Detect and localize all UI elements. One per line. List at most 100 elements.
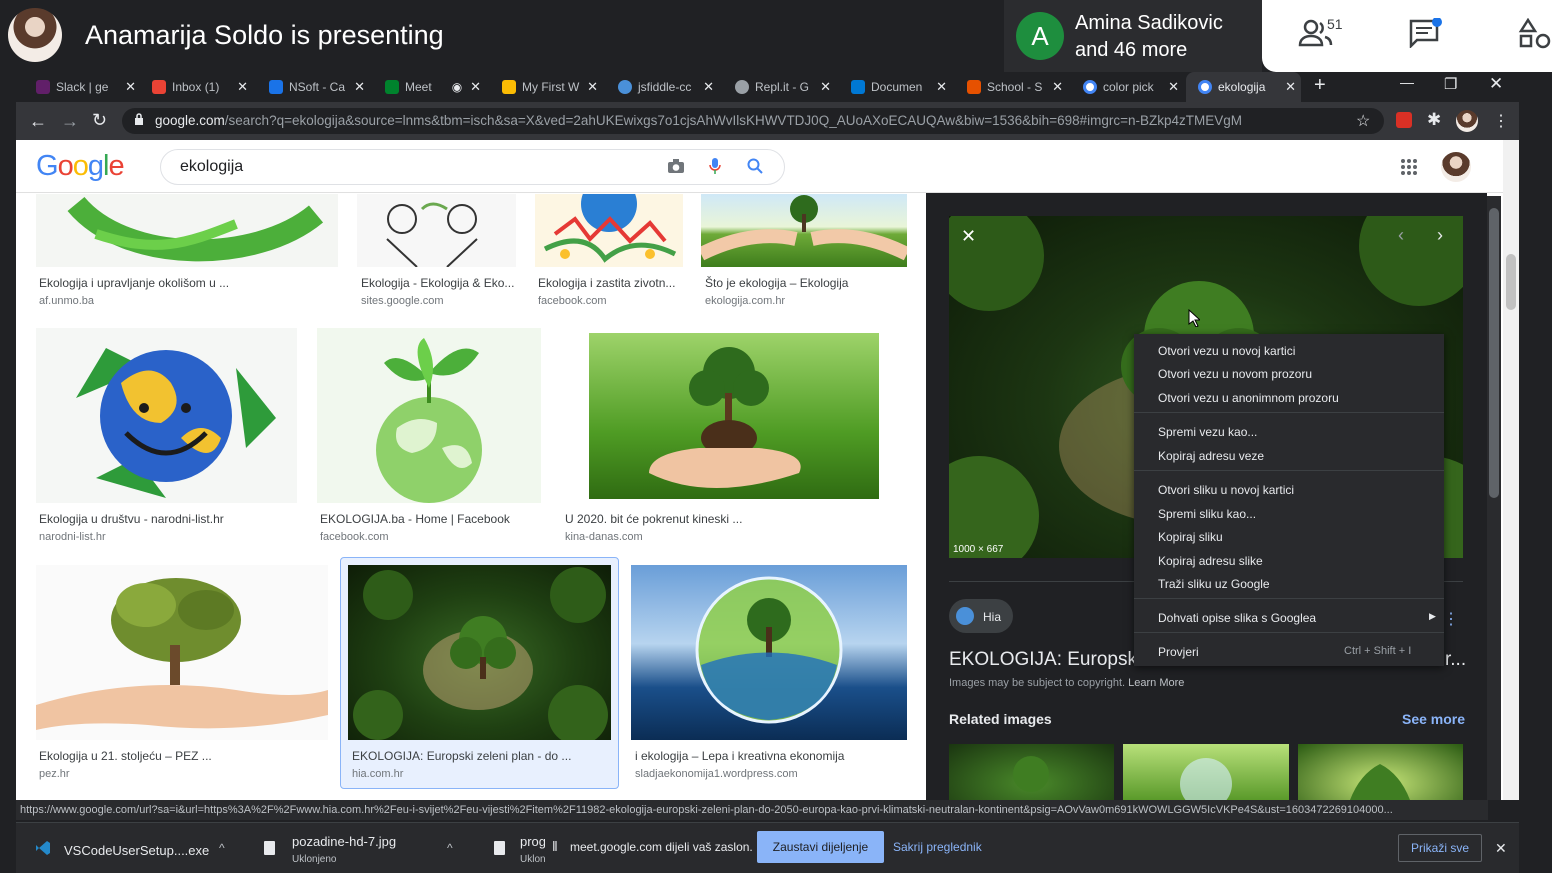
close-icon[interactable]: ✕ (237, 79, 248, 95)
microphone-icon[interactable] (709, 157, 721, 180)
window-close-button[interactable]: ✕ (1489, 74, 1503, 94)
related-image[interactable] (1123, 744, 1289, 800)
download-item-partial[interactable]: prog (520, 834, 546, 849)
result-caption[interactable]: i ekologija – Lepa i kreativna ekonomija (635, 749, 844, 763)
page-scrollbar[interactable] (1503, 140, 1519, 800)
close-icon[interactable]: ✕ (470, 79, 481, 95)
menu-item-get-image-descriptions[interactable]: Dohvati opise slika s Googlea (1158, 611, 1316, 625)
tab-school[interactable]: School - S ✕ (961, 76, 1065, 98)
menu-item-open-link-incognito[interactable]: Otvori vezu u anonimnom prozoru (1158, 391, 1339, 405)
result-caption[interactable]: U 2020. bit će pokrenut kineski ... (565, 512, 742, 526)
hide-browser-button[interactable]: Sakrij preglednik (893, 840, 982, 854)
panel-title[interactable]: EKOLOGIJA: Europski (949, 649, 1141, 671)
tab-jsfiddle[interactable]: jsfiddle-cc ✕ (612, 76, 716, 98)
result-image-1[interactable] (36, 194, 338, 267)
close-icon[interactable]: ✕ (1052, 79, 1063, 95)
tab-replit[interactable]: Repl.it - G ✕ (729, 76, 833, 98)
menu-item-copy-image[interactable]: Kopiraj sliku (1158, 530, 1223, 544)
activities-icon[interactable] (1518, 17, 1552, 57)
result-image-9[interactable] (348, 565, 611, 740)
more-options-icon[interactable]: ⋮ (1443, 609, 1459, 629)
close-icon[interactable]: ✕ (587, 79, 598, 95)
menu-item-open-link-new-tab[interactable]: Otvori vezu u novoj kartici (1158, 344, 1295, 358)
related-image[interactable] (1298, 744, 1463, 800)
result-caption[interactable]: Ekologija i zastita zivotn... (538, 276, 675, 290)
tab-slack[interactable]: Slack | ge ✕ (30, 76, 138, 98)
search-input[interactable]: ekologija (180, 158, 243, 176)
back-button[interactable]: ← (29, 111, 47, 132)
chat-icon[interactable] (1408, 17, 1442, 55)
result-image-10[interactable] (631, 565, 907, 740)
menu-item-save-image-as[interactable]: Spremi sliku kao... (1158, 507, 1256, 521)
result-caption[interactable]: EKOLOGIJA: Europski zeleni plan - do ... (352, 749, 571, 763)
result-caption[interactable]: EKOLOGIJA.ba - Home | Facebook (320, 512, 510, 526)
camera-icon[interactable] (667, 158, 685, 179)
stop-sharing-button[interactable]: Zaustavi dijeljenje (757, 831, 884, 863)
panel-scrollbar-thumb[interactable] (1489, 208, 1499, 498)
result-caption[interactable]: Ekologija u društvu - narodni-list.hr (39, 512, 224, 526)
menu-item-search-image-google[interactable]: Traži sliku uz Google (1158, 577, 1270, 591)
close-icon[interactable]: ✕ (936, 79, 947, 95)
profile-avatar[interactable] (1456, 110, 1478, 132)
maximize-button[interactable]: ❐ (1444, 75, 1457, 93)
chevron-up-icon[interactable]: ^ (219, 841, 225, 855)
result-image-5[interactable] (36, 328, 297, 503)
search-icon[interactable] (747, 158, 763, 179)
result-image-8[interactable] (36, 565, 328, 740)
result-image-6[interactable] (317, 328, 541, 503)
tab-color-picker[interactable]: color pick ✕ (1077, 76, 1181, 98)
tab-inbox[interactable]: Inbox (1) ✕ (146, 76, 250, 98)
close-shelf-icon[interactable]: ✕ (1495, 840, 1507, 857)
bookmark-star-icon[interactable]: ☆ (1356, 111, 1370, 131)
close-icon[interactable]: ✕ (1285, 79, 1296, 95)
tab-documentation[interactable]: Documen ✕ (845, 76, 949, 98)
tab-my-first[interactable]: My First W ✕ (496, 76, 600, 98)
result-image-2[interactable] (357, 194, 516, 267)
google-logo[interactable]: Google (36, 150, 125, 183)
forward-button[interactable]: → (61, 111, 79, 132)
menu-item-inspect[interactable]: Provjeri (1158, 645, 1199, 659)
close-icon[interactable]: ✕ (125, 79, 136, 95)
result-image-7[interactable] (589, 333, 879, 499)
result-caption[interactable]: Ekologija i upravljanje okolišom u ... (39, 276, 229, 290)
menu-item-copy-image-address[interactable]: Kopiraj adresu slike (1158, 554, 1263, 568)
close-icon[interactable]: ✕ (354, 79, 365, 95)
result-caption[interactable]: Ekologija - Ekologija & Eko... (361, 276, 514, 290)
close-icon[interactable]: ✕ (961, 226, 976, 247)
search-box[interactable] (160, 149, 785, 185)
pocket-extension-icon[interactable] (1396, 112, 1412, 128)
menu-item-copy-link-address[interactable]: Kopiraj adresu veze (1158, 449, 1264, 463)
result-image-3[interactable] (535, 194, 683, 267)
tab-ekologija[interactable]: ekologija ✕ (1192, 76, 1298, 98)
tab-nsoft[interactable]: NSoft - Ca ✕ (263, 76, 367, 98)
extensions-icon[interactable]: ✱ (1427, 110, 1441, 130)
close-icon[interactable]: ✕ (703, 79, 714, 95)
menu-item-open-image-new-tab[interactable]: Otvori sliku u novoj kartici (1158, 483, 1294, 497)
next-image-icon[interactable]: › (1437, 225, 1443, 246)
related-image[interactable] (949, 744, 1114, 800)
new-tab-button[interactable]: + (1314, 74, 1326, 97)
learn-more-link[interactable]: Learn More (1128, 677, 1184, 689)
result-image-4[interactable] (701, 194, 907, 267)
download-item-image[interactable]: pozadine-hd-7.jpg (292, 834, 396, 849)
menu-item-save-link-as[interactable]: Spremi vezu kao... (1158, 425, 1257, 439)
result-caption[interactable]: Ekologija u 21. stoljeću – PEZ ... (39, 749, 212, 763)
menu-icon[interactable]: ⋮ (1493, 111, 1509, 131)
close-icon[interactable]: ✕ (820, 79, 831, 95)
page-scrollbar-thumb[interactable] (1506, 254, 1516, 310)
menu-item-open-link-new-window[interactable]: Otvori vezu u novom prozoru (1158, 367, 1312, 381)
show-all-downloads-button[interactable]: Prikaži sve (1398, 834, 1482, 862)
minimize-button[interactable]: — (1400, 74, 1414, 90)
lock-icon[interactable] (134, 113, 144, 131)
reload-button[interactable]: ↻ (92, 110, 107, 131)
download-item-vscode[interactable]: VSCodeUserSetup....exe (64, 843, 209, 858)
tab-meet[interactable]: Meet ◉ ✕ (379, 76, 483, 98)
result-caption[interactable]: Što je ekologija – Ekologija (705, 276, 848, 290)
chevron-up-icon[interactable]: ^ (447, 841, 453, 855)
google-account-avatar[interactable] (1441, 152, 1471, 182)
previous-image-icon[interactable]: ‹ (1398, 225, 1404, 246)
globe-icon (956, 607, 974, 625)
close-icon[interactable]: ✕ (1168, 79, 1179, 95)
see-more-link[interactable]: See more (1402, 711, 1465, 727)
apps-grid-icon[interactable] (1400, 158, 1418, 181)
